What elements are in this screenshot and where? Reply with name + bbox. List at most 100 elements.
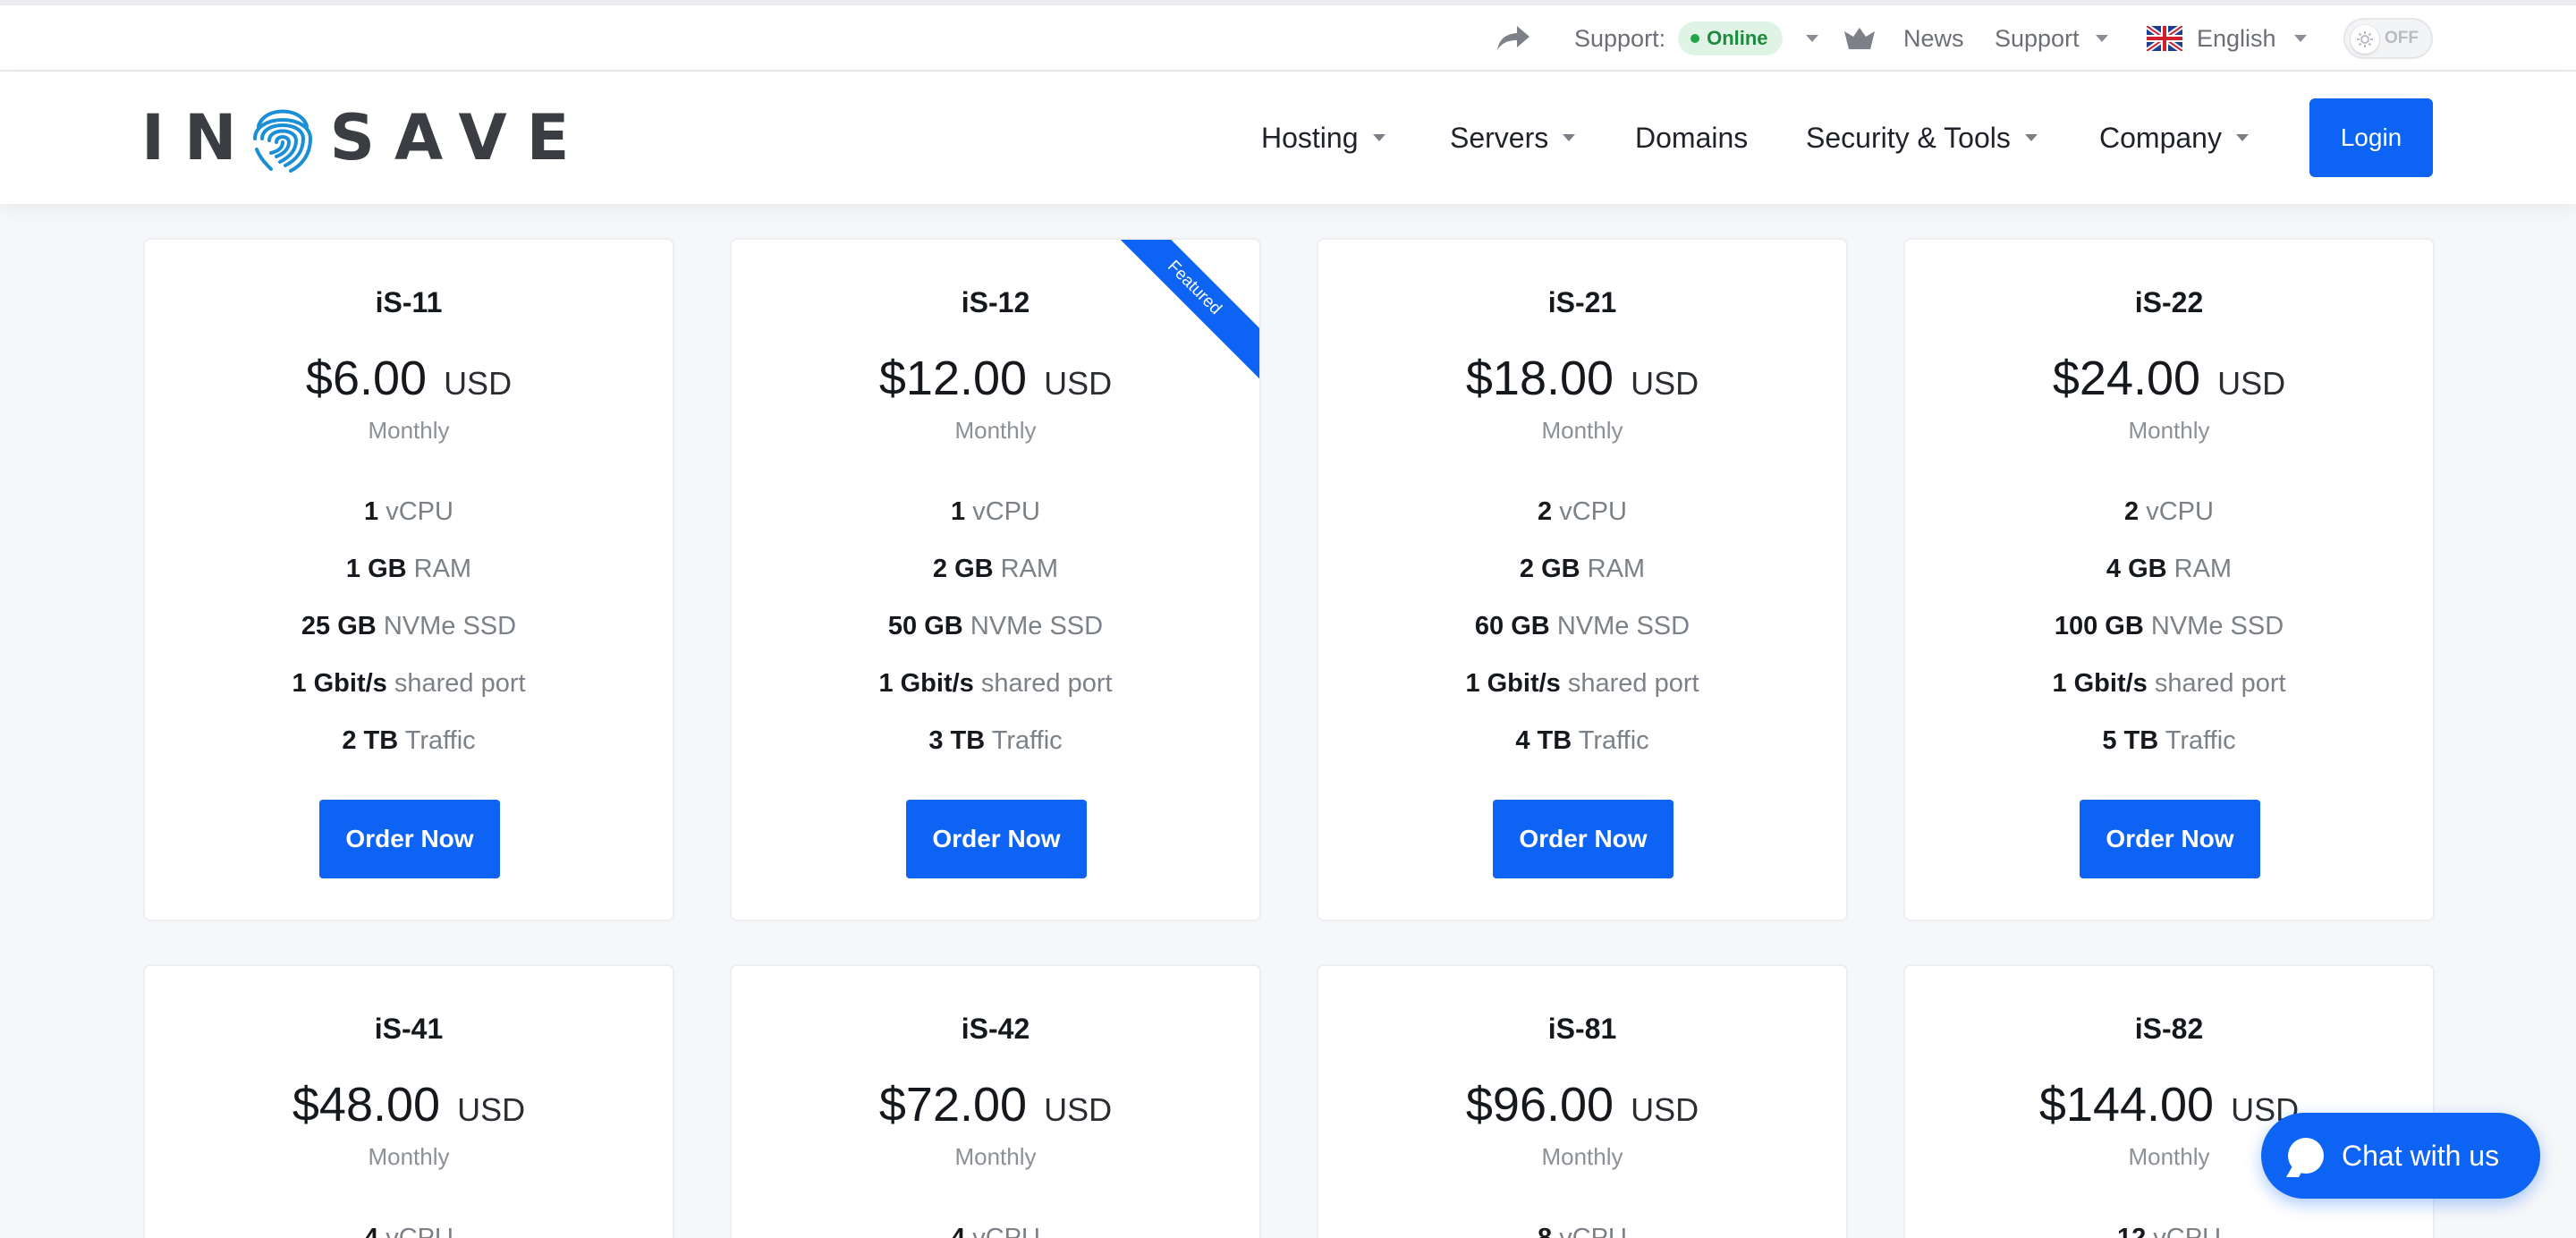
- spec-unit: shared port: [2154, 669, 2286, 698]
- spec-unit: NVMe SSD: [2150, 612, 2284, 640]
- spec-traffic: 5 TB Traffic: [1905, 726, 2433, 756]
- plan-price: $12.00 USD: [732, 351, 1259, 406]
- price-currency: USD: [1044, 1091, 1113, 1128]
- spec-cpu: 12 vCPU: [1905, 1224, 2433, 1238]
- login-button[interactable]: Login: [2309, 98, 2433, 177]
- chat-bubble-icon: [2288, 1138, 2324, 1174]
- spec-cpu: 1 vCPU: [145, 497, 673, 527]
- language-selector[interactable]: English: [2147, 5, 2307, 72]
- spec-value: 5 TB: [2102, 726, 2159, 755]
- support-menu-label: Support: [1995, 24, 2080, 52]
- spec-value: 1: [364, 497, 379, 526]
- spec-traffic: 2 TB Traffic: [145, 726, 673, 756]
- chat-label: Chat with us: [2342, 1139, 2500, 1172]
- price-amount: $48.00: [292, 1078, 441, 1132]
- order-now-button[interactable]: Order Now: [2080, 800, 2260, 878]
- price-amount: $24.00: [2052, 352, 2201, 405]
- plan-price: $18.00 USD: [1318, 351, 1846, 406]
- plan-card: iS-42 $72.00 USD Monthly 4 vCPU: [730, 964, 1261, 1238]
- spec-unit: vCPU: [972, 1224, 1040, 1238]
- basket-icon[interactable]: [1843, 5, 1877, 72]
- plan-name: iS-41: [374, 1013, 444, 1045]
- plan-price: $6.00 USD: [145, 351, 673, 406]
- plan-name: iS-11: [375, 286, 443, 318]
- order-now-button[interactable]: Order Now: [319, 800, 500, 878]
- spec-value: 3 TB: [928, 726, 986, 755]
- spec-unit: vCPU: [2146, 497, 2214, 526]
- nav-hosting[interactable]: Hosting: [1261, 72, 1385, 204]
- nav-company-label: Company: [2099, 121, 2222, 154]
- spec-unit: RAM: [2174, 555, 2233, 583]
- price-currency: USD: [1631, 365, 1699, 402]
- order-now-button[interactable]: Order Now: [906, 800, 1087, 878]
- logo-text-left: IN: [141, 101, 257, 174]
- nav-security-tools[interactable]: Security & Tools: [1806, 72, 2038, 204]
- sun-icon: [2351, 25, 2379, 54]
- uk-flag-icon: [2147, 26, 2182, 51]
- nav-domains[interactable]: Domains: [1635, 72, 1748, 204]
- billing-cycle: Monthly: [954, 417, 1037, 444]
- dark-mode-toggle[interactable]: OFF: [2343, 5, 2433, 72]
- spec-unit: Traffic: [1578, 726, 1649, 755]
- spec-value: 1 Gbit/s: [1465, 669, 1561, 698]
- order-now-button[interactable]: Order Now: [1493, 800, 1674, 878]
- news-link[interactable]: News: [1903, 5, 1964, 72]
- chevron-down-icon: [2293, 35, 2307, 42]
- plan-card: iS-22 $24.00 USD Monthly 2 vCPU 4 GB RAM…: [1903, 238, 2435, 921]
- chat-with-us-button[interactable]: Chat with us: [2261, 1113, 2540, 1199]
- chevron-down-icon: [1372, 134, 1385, 141]
- spec-value: 4: [364, 1224, 379, 1238]
- billing-cycle: Monthly: [2128, 417, 2210, 444]
- spec-value: 12: [2116, 1224, 2147, 1238]
- support-menu[interactable]: Support: [1995, 5, 2108, 72]
- chevron-down-icon: [2095, 35, 2108, 42]
- spec-unit: NVMe SSD: [383, 612, 517, 640]
- billing-cycle: Monthly: [1541, 1143, 1623, 1170]
- chevron-down-icon: [2024, 134, 2038, 141]
- support-status[interactable]: Support: Online: [1574, 5, 1818, 72]
- spec-cpu: 1 vCPU: [732, 497, 1259, 527]
- spec-value: 2 TB: [342, 726, 399, 755]
- plan-card: iS-81 $96.00 USD Monthly 8 vCPU: [1317, 964, 1848, 1238]
- price-amount: $18.00: [1465, 352, 1614, 405]
- nav-servers[interactable]: Servers: [1450, 72, 1576, 204]
- price-amount: $96.00: [1465, 1078, 1614, 1132]
- spec-ram: 1 GB RAM: [145, 555, 673, 584]
- spec-ram: 4 GB RAM: [1905, 555, 2433, 584]
- spec-cpu: 8 vCPU: [1318, 1224, 1846, 1238]
- price-amount: $144.00: [2038, 1078, 2215, 1132]
- price-amount: $6.00: [305, 352, 428, 405]
- spec-value: 1 GB: [345, 555, 407, 583]
- plan-price: $24.00 USD: [1905, 351, 2433, 406]
- plan-card: Featured iS-12 $12.00 USD Monthly 1 vCPU…: [730, 238, 1261, 921]
- spec-unit: Traffic: [404, 726, 476, 755]
- spec-cpu: 2 vCPU: [1318, 497, 1846, 527]
- nav-servers-label: Servers: [1450, 121, 1549, 154]
- nav-company[interactable]: Company: [2099, 72, 2249, 204]
- insave-logo[interactable]: IN SAVE: [141, 98, 589, 177]
- main-header: IN SAVE Hosting Servers Domains Security…: [0, 72, 2576, 204]
- plan-name: iS-42: [961, 1013, 1030, 1045]
- nav-domains-label: Domains: [1635, 121, 1749, 154]
- spec-unit: shared port: [1567, 669, 1699, 698]
- spec-value: 2 GB: [932, 555, 994, 583]
- support-status-label: Support:: [1574, 24, 1666, 52]
- spec-cpu: 2 vCPU: [1905, 497, 2433, 527]
- spec-traffic: 3 TB Traffic: [732, 726, 1259, 756]
- spec-unit: Traffic: [2165, 726, 2236, 755]
- logo-text-right: SAVE: [329, 101, 589, 174]
- plan-name: iS-22: [2134, 286, 2204, 318]
- share-icon[interactable]: [1496, 5, 1531, 72]
- online-badge: Online: [1678, 21, 1783, 55]
- toggle-switch[interactable]: OFF: [2343, 18, 2433, 59]
- spec-unit: NVMe SSD: [970, 612, 1104, 640]
- spec-unit: shared port: [980, 669, 1113, 698]
- spec-traffic: 4 TB Traffic: [1318, 726, 1846, 756]
- spec-unit: vCPU: [386, 1224, 453, 1238]
- spec-value: 4 TB: [1515, 726, 1572, 755]
- spec-storage: 60 GB NVMe SSD: [1318, 612, 1846, 641]
- toggle-state: OFF: [2385, 29, 2419, 47]
- plan-price: $72.00 USD: [732, 1077, 1259, 1132]
- spec-value: 1 Gbit/s: [2052, 669, 2148, 698]
- spec-value: 25 GB: [301, 612, 377, 640]
